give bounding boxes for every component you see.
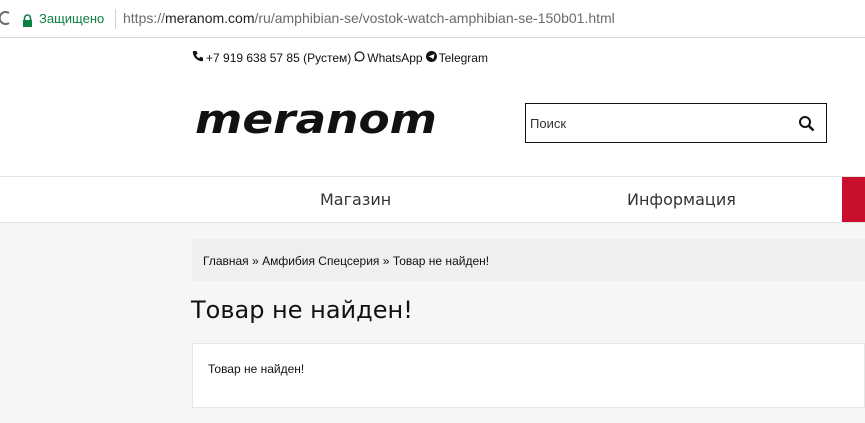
browser-address-bar: Защищено https://meranom.com/ru/amphibia… [0, 0, 865, 38]
breadcrumb-home[interactable]: Главная [203, 254, 249, 268]
search-input[interactable] [526, 104, 786, 142]
whatsapp-link[interactable]: WhatsApp [367, 51, 422, 65]
breadcrumb-current[interactable]: Товар не найден! [393, 254, 489, 268]
breadcrumb-category[interactable]: Амфибия Спецсерия [262, 254, 379, 268]
breadcrumb: Главная » Амфибия Спецсерия » Товар не н… [192, 239, 865, 281]
breadcrumb-separator: » [382, 254, 390, 268]
address-divider [115, 9, 116, 29]
nav-item-shop[interactable]: Магазин [320, 190, 391, 209]
telegram-icon [425, 50, 437, 65]
svg-text:meranom: meranom [195, 100, 437, 142]
search-box [525, 103, 827, 143]
message-box: Товар не найден! [192, 343, 865, 408]
url-scheme: https:// [123, 10, 166, 26]
reload-icon[interactable] [0, 9, 10, 27]
phone-number[interactable]: +7 919 638 57 85 (Рустем) [206, 51, 351, 65]
main-nav: Магазин Информация [0, 176, 865, 223]
url-host: meranom.com [165, 10, 255, 26]
url-field[interactable]: https://meranom.com/ru/amphibian-se/vost… [123, 10, 615, 26]
lock-icon [22, 12, 33, 31]
secure-label: Защищено [39, 11, 105, 26]
nav-item-info[interactable]: Информация [627, 190, 736, 209]
nav-accent-block[interactable] [842, 177, 865, 222]
breadcrumb-separator: » [252, 254, 259, 268]
site-logo[interactable]: meranom [193, 97, 441, 143]
whatsapp-icon [354, 50, 365, 65]
phone-icon [192, 50, 204, 65]
content-area: Главная » Амфибия Спецсерия » Товар не н… [0, 223, 865, 423]
telegram-link[interactable]: Telegram [439, 51, 488, 65]
not-found-message: Товар не найден! [208, 362, 305, 376]
contact-bar: +7 919 638 57 85 (Рустем) WhatsApp Teleg… [192, 50, 488, 65]
search-icon[interactable] [798, 115, 816, 133]
page-title: Товар не найден! [191, 296, 413, 324]
url-path: /ru/amphibian-se/vostok-watch-amphibian-… [254, 10, 615, 26]
